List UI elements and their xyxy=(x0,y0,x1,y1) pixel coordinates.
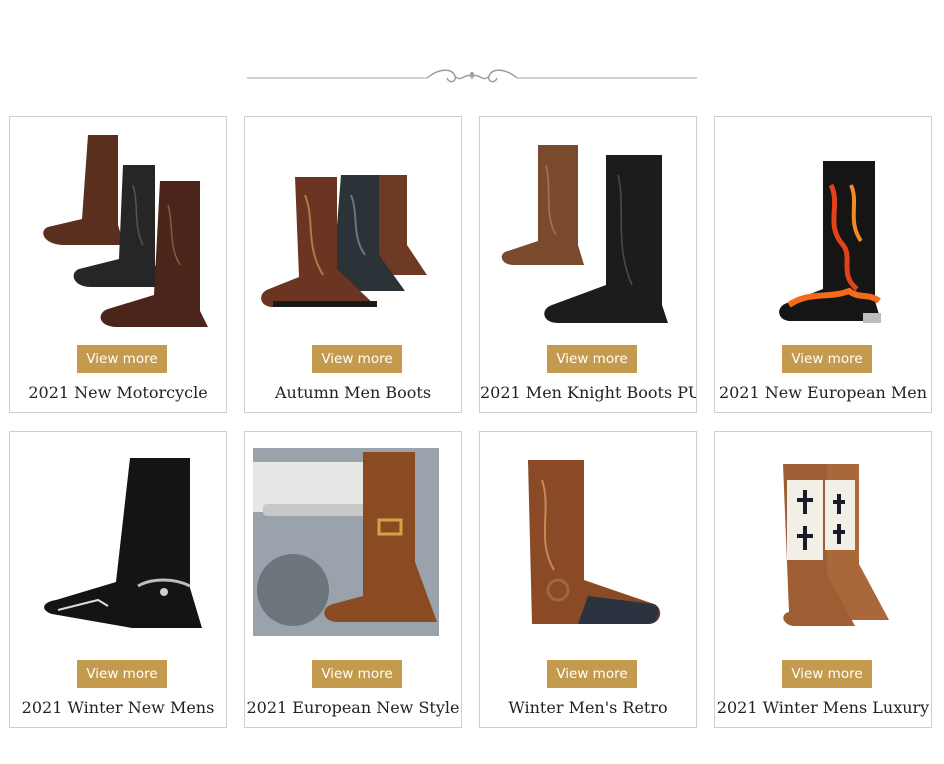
product-image[interactable] xyxy=(18,440,218,650)
view-more-button[interactable]: View more xyxy=(77,660,167,688)
view-more-button[interactable]: View more xyxy=(77,345,167,373)
view-more-button[interactable]: View more xyxy=(312,345,402,373)
product-name[interactable]: Winter Men's Retro xyxy=(480,698,696,717)
view-more-button[interactable]: View more xyxy=(782,345,872,373)
product-image[interactable] xyxy=(723,125,923,335)
product-image[interactable] xyxy=(488,440,688,650)
product-card[interactable]: View more Winter Men's Retro xyxy=(479,431,697,728)
product-card[interactable]: View more 2021 Men Knight Boots PU xyxy=(479,116,697,413)
view-more-button[interactable]: View more xyxy=(547,660,637,688)
product-card[interactable]: View more Autumn Men Boots xyxy=(244,116,462,413)
product-card[interactable]: View more 2021 New Motorcycle xyxy=(9,116,227,413)
product-card[interactable]: View more 2021 New European Men xyxy=(714,116,932,413)
view-more-button[interactable]: View more xyxy=(312,660,402,688)
product-card[interactable]: View more 2021 Winter Mens Luxury xyxy=(714,431,932,728)
product-card[interactable]: View more 2021 European New Style xyxy=(244,431,462,728)
product-grid: View more 2021 New Motorcycle View more … xyxy=(0,0,944,764)
product-name[interactable]: 2021 Winter Mens Luxury xyxy=(715,698,931,717)
product-name[interactable]: Autumn Men Boots xyxy=(245,383,461,402)
view-more-button[interactable]: View more xyxy=(547,345,637,373)
product-image[interactable] xyxy=(253,440,453,650)
product-name[interactable]: 2021 New European Men xyxy=(715,383,931,402)
product-name[interactable]: 2021 Men Knight Boots PU xyxy=(480,383,696,402)
product-card[interactable]: View more 2021 Winter New Mens xyxy=(9,431,227,728)
product-name[interactable]: 2021 European New Style xyxy=(245,698,461,717)
view-more-button[interactable]: View more xyxy=(782,660,872,688)
product-image[interactable] xyxy=(253,125,453,335)
product-name[interactable]: 2021 New Motorcycle xyxy=(10,383,226,402)
product-image[interactable] xyxy=(18,125,218,335)
product-image[interactable] xyxy=(723,440,923,650)
product-name[interactable]: 2021 Winter New Mens xyxy=(10,698,226,717)
product-image[interactable] xyxy=(488,125,688,335)
